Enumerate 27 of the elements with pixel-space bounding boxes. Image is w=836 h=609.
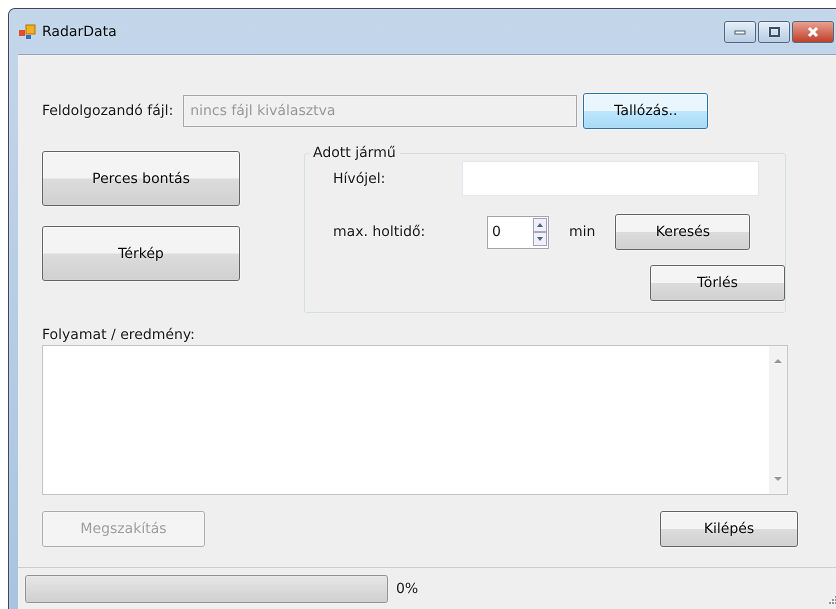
unit-label: min: [569, 224, 596, 240]
deadtime-spinner[interactable]: 0: [487, 216, 549, 248]
callsign-field[interactable]: [462, 161, 759, 196]
minimize-icon: [733, 28, 747, 36]
maximize-button[interactable]: [758, 20, 790, 42]
browse-button[interactable]: Tallózás..: [583, 93, 708, 129]
app-icon: [18, 24, 36, 40]
close-button[interactable]: [792, 20, 834, 42]
scroll-down-icon[interactable]: [773, 476, 783, 482]
action-button[interactable]: Térkép: [42, 226, 240, 281]
clear-button[interactable]: Törlés: [650, 265, 785, 301]
file-label: Feldolgozandó fájl:: [42, 103, 174, 119]
maximize-icon: [767, 26, 781, 38]
progress-percent: 0%: [396, 580, 418, 596]
callsign-label: Hívójel:: [333, 170, 386, 186]
scrollbar[interactable]: [769, 346, 787, 494]
resize-grip-icon: [828, 595, 836, 605]
group-title: Adott jármű: [312, 145, 397, 161]
window-title: RadarData: [42, 24, 117, 40]
deadtime-label: max. holtidő:: [333, 224, 426, 240]
dialog-button[interactable]: Kilépés: [660, 511, 798, 547]
scroll-up-icon[interactable]: [773, 358, 783, 364]
minimize-button[interactable]: [724, 20, 756, 42]
close-icon: [806, 26, 820, 38]
output-label: Folyamat / eredmény:: [42, 327, 196, 343]
search-button[interactable]: Keresés: [615, 214, 750, 250]
action-button[interactable]: Perces bontás: [42, 151, 240, 206]
